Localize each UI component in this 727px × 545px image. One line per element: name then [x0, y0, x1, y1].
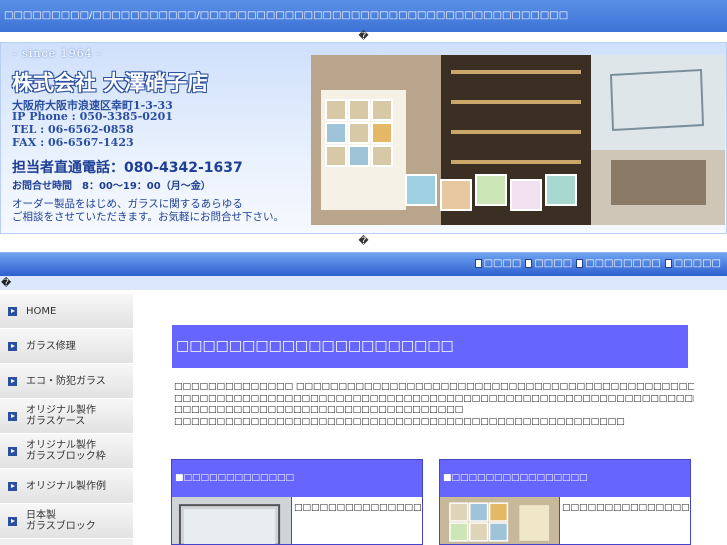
since-label: - since 1964 -: [13, 47, 102, 60]
intro-line: □□□□□□□□□□□□□□□□□□□□□□□□□□□□□□□□□□□□□□□□…: [174, 416, 625, 427]
feature-box-text: □□□□□□□□□□□□□□□□□□□□□□□□□□□□□□□□□□□□□: [294, 503, 422, 513]
direct-phone: 担当者直通電話：080-4342-1637: [12, 160, 243, 176]
sidebar-item-label: HOME: [26, 305, 57, 317]
arrow-right-icon: [8, 411, 17, 421]
intro-text: □□□□□□□□□□□□□□ □□□□□□□□□□□□□□□□□□□□□□□□□…: [174, 382, 694, 428]
sidebar-item-label: オリジナル製作 ガラスケース: [26, 405, 96, 427]
arrow-right-icon: [8, 516, 17, 526]
glass-case-photo[interactable]: [172, 497, 292, 545]
sidebar-item-glass-case[interactable]: オリジナル製作 ガラスケース: [0, 399, 133, 434]
sidebar-item-block-frame[interactable]: オリジナル製作 ガラスブロック枠: [0, 434, 133, 469]
feature-box-1: ■□□□□□□□□□□□□□ □□□□□□□□□□□□□□□□□□□□□□□□□…: [171, 459, 423, 545]
sidebar: HOME ガラス修理 エコ・防犯ガラス オリジナル製作 ガラスケース オリジナル…: [0, 294, 133, 545]
nav-link-4[interactable]: □□□□□: [664, 258, 721, 269]
arrow-right-icon: [8, 446, 17, 456]
arrow-right-icon: [8, 341, 17, 351]
nav-label: □□□□: [534, 258, 573, 269]
sidebar-item-glass-block[interactable]: 日本製 ガラスブロック: [0, 504, 133, 539]
nav-bullet-icon: [664, 259, 672, 268]
nav-label: □□□□□□□□: [585, 258, 661, 269]
nav-bullet-icon: [525, 259, 533, 268]
arrow-right-icon: [8, 376, 17, 386]
feature-box-text: □□□□□□□□□□□□□□□□□□□□□□□□□□□□□□□□□□□□□: [562, 503, 690, 513]
sidebar-item-label: オリジナル製作 ガラスブロック枠: [26, 440, 106, 462]
site-header: - since 1964 - 株式会社 大澤硝子店 大阪府大阪市浪速区幸町1-3…: [0, 42, 727, 234]
top-banner: □□□□□□□□□/□□□□□□□□□□□/□□□□□□□□□□□□□□□□□□…: [0, 0, 727, 32]
sidebar-item-label: エコ・防犯ガラス: [26, 375, 106, 387]
description-line-2: ご相談をさせていただきます。お気軽にお問合せ下さい。: [12, 211, 284, 223]
nav-bullet-icon: [576, 259, 584, 268]
nav-label: □□□□: [483, 258, 522, 269]
broken-char-left: �: [1, 278, 12, 289]
intro-line: □□□□□□□□□□□□□□ □□□□□□□□□□□□□□□□□□□□□□□□□…: [174, 382, 694, 392]
broken-char-mid: �: [358, 236, 369, 247]
header-photo: [311, 55, 725, 225]
fax: FAX : 06-6567-1423: [12, 136, 134, 149]
top-nav: □□□□ □□□□ □□□□□□□□ □□□□□: [0, 252, 727, 276]
business-hours: お問合せ時間 8：00〜19：00（月〜金）: [12, 181, 211, 192]
sidebar-item-examples[interactable]: オリジナル製作例: [0, 469, 133, 504]
main-content: □□□□□□□□□□□□□□□□□□□□□ □□□□□□□□□□□□□□ □□□…: [134, 294, 727, 545]
sidebar-item-eco-glass[interactable]: エコ・防犯ガラス: [0, 364, 133, 399]
nav-link-1[interactable]: □□□□: [474, 258, 522, 269]
nav-link-3[interactable]: □□□□□□□□: [576, 258, 661, 269]
nav-label: □□□□□: [673, 258, 721, 269]
sidebar-item-glass-repair[interactable]: ガラス修理: [0, 329, 133, 364]
glass-block-photo[interactable]: [440, 497, 560, 545]
tel: TEL : 06-6562-0858: [12, 123, 134, 136]
arrow-right-icon: [8, 306, 17, 316]
intro-line: □□□□□□□□□□□□□□□□□□□□□□□□□□□□□□□□□□: [174, 405, 464, 415]
sidebar-item-label: オリジナル製作例: [26, 480, 106, 492]
ip-phone: IP Phone : 050-3385-0201: [12, 110, 173, 123]
page-title: □□□□□□□□□□□□□□□□□□□□□: [172, 325, 688, 368]
feature-box-2: ■□□□□□□□□□□□□□□□□ □□□□□□□□□□□□□□□□□□□□□□…: [439, 459, 691, 545]
sub-nav: �: [0, 276, 727, 290]
feature-box-heading[interactable]: ■□□□□□□□□□□□□□□□□: [440, 460, 690, 497]
sidebar-item-home[interactable]: HOME: [0, 294, 133, 329]
sidebar-item-label: 日本製 ガラスブロック: [26, 510, 96, 532]
intro-line: □□□□□□□□□□□□□□□□□□□□□□□□□□□□□□□□□□□□□□□□…: [174, 393, 694, 404]
sidebar-item-label: ガラス修理: [26, 340, 76, 352]
nav-link-2[interactable]: □□□□: [525, 258, 572, 269]
feature-box-heading[interactable]: ■□□□□□□□□□□□□□: [172, 460, 422, 497]
arrow-right-icon: [8, 481, 17, 491]
nav-bullet-icon: [474, 259, 482, 268]
company-name: 株式会社 大澤硝子店: [12, 70, 209, 95]
